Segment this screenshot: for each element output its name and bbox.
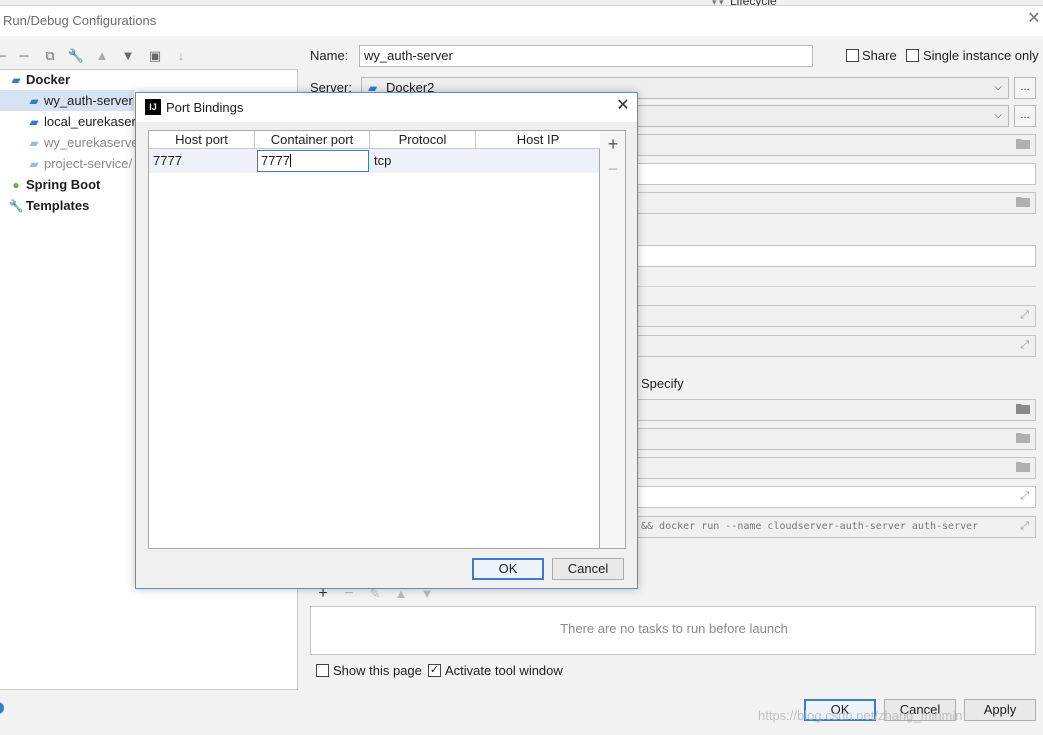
chevron-down-icon: ⌵ <box>994 82 1002 93</box>
table-row[interactable]: 7777 7777 tcp <box>149 149 599 173</box>
move-up-icon[interactable]: ▲ <box>93 47 111 65</box>
path-field-2[interactable] <box>636 428 1036 450</box>
folder-icon[interactable] <box>1016 196 1030 207</box>
column-header-host-port[interactable]: Host port <box>149 131 255 149</box>
sort-icon[interactable]: ↓ <box>172 47 190 65</box>
host-ip-cell[interactable] <box>476 149 599 173</box>
expand-icon[interactable]: ⤢ <box>1020 339 1029 352</box>
port-bindings-table-area: Host port Container port Protocol Host I… <box>148 130 639 549</box>
specify-radio-label[interactable]: ) Specify <box>633 376 684 391</box>
folder-icon[interactable] <box>1016 138 1030 149</box>
dialog-cancel-button[interactable]: Cancel <box>552 558 624 580</box>
dockerfile-field[interactable] <box>636 134 1036 156</box>
tree-item-wy-auth-server[interactable]: ▰ wy_auth-server <box>0 90 134 111</box>
command-text: && docker run --name cloudserver-auth-se… <box>641 521 979 532</box>
show-page-checkbox[interactable] <box>316 664 329 677</box>
tree-item-wy-eurekaserve[interactable]: ▰ wy_eurekaserve <box>26 132 138 153</box>
tree-node-spring-boot[interactable]: ● Spring Boot <box>8 174 100 195</box>
section-separator <box>636 286 1036 287</box>
share-label: Share <box>862 48 897 63</box>
window-close-icon[interactable]: ✕ <box>1026 11 1042 27</box>
name-label: Name: <box>310 48 349 63</box>
path-field-3[interactable] <box>636 457 1036 479</box>
tree-item-project-service[interactable]: ▰ project-service/ <box>26 153 132 174</box>
container-port-input[interactable]: 7777 <box>257 150 369 172</box>
server-browse-button[interactable]: ... <box>1014 77 1036 99</box>
column-header-protocol[interactable]: Protocol <box>370 131 476 149</box>
activate-tool-window-checkbox[interactable]: ✓ <box>428 664 441 677</box>
deployment-browse-button[interactable]: ... <box>1014 105 1036 127</box>
new-folder-icon[interactable]: ▣ <box>146 47 164 65</box>
add-binding-icon[interactable]: + <box>600 134 626 155</box>
spring-boot-icon: ● <box>12 178 20 192</box>
table-side-toolbar: + − <box>600 130 626 549</box>
tree-node-docker[interactable]: ▰ Docker <box>8 69 70 90</box>
watermark-text: https://blog.csdn.net/zhang_minmin <box>758 708 963 723</box>
remove-config-icon[interactable]: ─ <box>15 47 33 65</box>
tasks-empty-text: There are no tasks to run before launch <box>560 621 788 636</box>
dialog-close-icon[interactable]: ✕ <box>614 97 632 115</box>
port-bindings-dialog: IJ Port Bindings ✕ Host port Container p… <box>135 92 638 589</box>
column-header-host-ip[interactable]: Host IP <box>476 131 600 149</box>
bind-ports-field[interactable]: ⤢ <box>636 305 1036 327</box>
text-cursor <box>289 154 291 167</box>
apply-button[interactable]: Apply <box>964 699 1036 721</box>
activate-tool-window-label: Activate tool window <box>445 663 563 678</box>
folder-icon[interactable] <box>1016 461 1030 472</box>
docker-icon: ▰ <box>29 94 39 108</box>
tree-node-templates[interactable]: 🔧 Templates <box>8 195 90 216</box>
before-launch-tasks-list[interactable]: There are no tasks to run before launch <box>310 606 1036 655</box>
protocol-cell[interactable]: tcp <box>370 149 476 173</box>
copy-config-icon[interactable]: ⧉ <box>41 47 59 65</box>
folder-icon[interactable] <box>1016 432 1030 443</box>
env-vars-field[interactable]: ⤢ <box>636 486 1036 508</box>
share-checkbox[interactable] <box>846 49 859 62</box>
expand-icon[interactable]: ⤢ <box>1020 520 1029 533</box>
expand-icon[interactable]: ⤢ <box>1020 490 1029 503</box>
move-down-icon[interactable]: ▼ <box>119 47 137 65</box>
command-field[interactable]: && docker run --name cloudserver-auth-se… <box>636 516 1036 538</box>
docker-icon: ▰ <box>29 136 39 150</box>
container-name-field[interactable] <box>636 245 1036 267</box>
single-instance-label: Single instance only <box>923 48 1039 63</box>
window-title-bar <box>0 6 1043 36</box>
single-instance-checkbox[interactable] <box>906 49 919 62</box>
deployment-select[interactable]: ⌵ <box>636 105 1009 127</box>
column-header-container-port[interactable]: Container port <box>255 131 370 149</box>
docker-icon: ▰ <box>11 73 21 87</box>
dialog-ok-button[interactable]: OK <box>472 558 544 580</box>
dialog-title: Port Bindings <box>166 100 244 115</box>
edit-defaults-wrench-icon[interactable]: 🔧 <box>67 47 85 65</box>
add-config-icon[interactable]: ─ <box>0 47 10 65</box>
remove-binding-icon[interactable]: − <box>600 159 626 180</box>
bind-mounts-field[interactable]: ⤢ <box>636 335 1036 357</box>
docker-icon: ▰ <box>29 157 39 171</box>
path-field-1[interactable] <box>636 399 1036 421</box>
folder-icon[interactable] <box>1016 403 1030 414</box>
window-title: Run/Debug Configurations <box>3 13 157 28</box>
build-context-field[interactable] <box>636 192 1036 214</box>
host-port-cell[interactable]: 7777 <box>149 149 255 173</box>
docker-icon: ▰ <box>29 115 39 129</box>
port-bindings-table[interactable]: Host port Container port Protocol Host I… <box>148 130 600 549</box>
tree-item-local-eurekaser[interactable]: ▰ local_eurekaser <box>26 111 135 132</box>
chevron-down-icon: ⌵ <box>994 110 1002 121</box>
expand-icon[interactable]: ⤢ <box>1020 309 1029 322</box>
image-tag-field[interactable] <box>636 163 1036 185</box>
wrench-icon: 🔧 <box>8 199 24 213</box>
name-input[interactable]: wy_auth-server <box>359 45 813 67</box>
show-page-label: Show this page <box>333 663 422 678</box>
intellij-icon: IJ <box>145 99 161 115</box>
